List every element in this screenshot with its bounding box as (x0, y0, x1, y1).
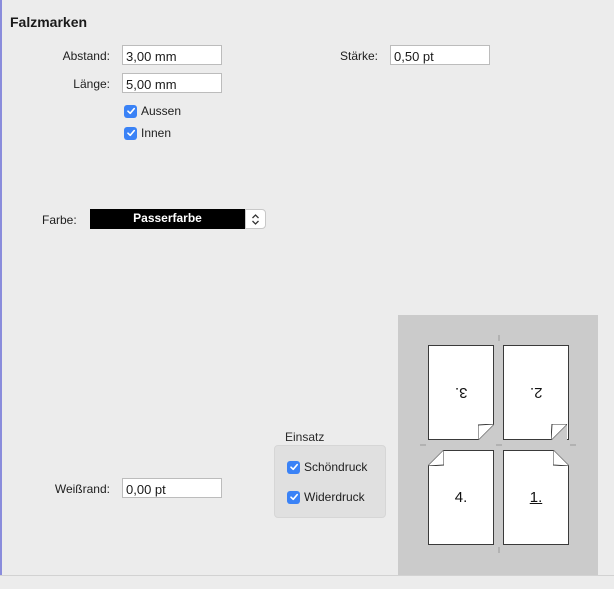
laenge-label: Länge: (73, 77, 110, 91)
dog-ear-icon (428, 450, 444, 466)
widerdruck-label: Widerdruck (304, 490, 365, 504)
checkmark-icon (287, 460, 300, 474)
panel-divider (0, 575, 614, 576)
staerke-field[interactable] (390, 45, 490, 65)
page-3: 3. (428, 345, 494, 440)
widerdruck-checkbox[interactable]: Widerdruck (287, 490, 365, 504)
page-number: 3. (454, 384, 468, 401)
farbe-label: Farbe: (42, 213, 77, 227)
page-4: 4. (428, 450, 494, 545)
checkmark-icon (124, 126, 137, 140)
dog-ear-icon (551, 424, 567, 440)
checkmark-icon (124, 104, 137, 118)
weissrand-label: Weißrand: (54, 482, 110, 496)
checkmark-icon (287, 490, 300, 504)
aussen-checkbox[interactable]: Aussen (124, 104, 181, 118)
einsatz-title: Einsatz (285, 430, 325, 444)
page-number: 4. (454, 489, 468, 506)
window-edge (0, 0, 2, 575)
page-number: 2. (529, 384, 543, 401)
schoendruck-label: Schöndruck (304, 460, 368, 474)
farbe-value: Passerfarbe (90, 209, 245, 229)
section-title: Falzmarken (10, 14, 88, 30)
einsatz-group (274, 445, 386, 518)
page-2: 2. (503, 345, 569, 440)
innen-checkbox[interactable]: Innen (124, 126, 171, 140)
dog-ear-icon (478, 424, 494, 440)
laenge-field[interactable] (122, 73, 222, 93)
abstand-label: Abstand: (62, 49, 110, 63)
innen-label: Innen (141, 126, 172, 140)
farbe-select[interactable]: Passerfarbe (90, 209, 266, 229)
weissrand-field[interactable] (122, 478, 222, 498)
dog-ear-icon (553, 450, 569, 466)
imposition-preview: 3. 2. 4. 1. (398, 315, 598, 575)
staerke-label: Stärke: (339, 49, 378, 63)
page-number: 1. (529, 489, 543, 506)
aussen-label: Aussen (141, 104, 182, 118)
stepper-icon[interactable] (245, 209, 266, 229)
abstand-field[interactable] (122, 45, 222, 65)
page-1: 1. (503, 450, 569, 545)
schoendruck-checkbox[interactable]: Schöndruck (287, 460, 367, 474)
